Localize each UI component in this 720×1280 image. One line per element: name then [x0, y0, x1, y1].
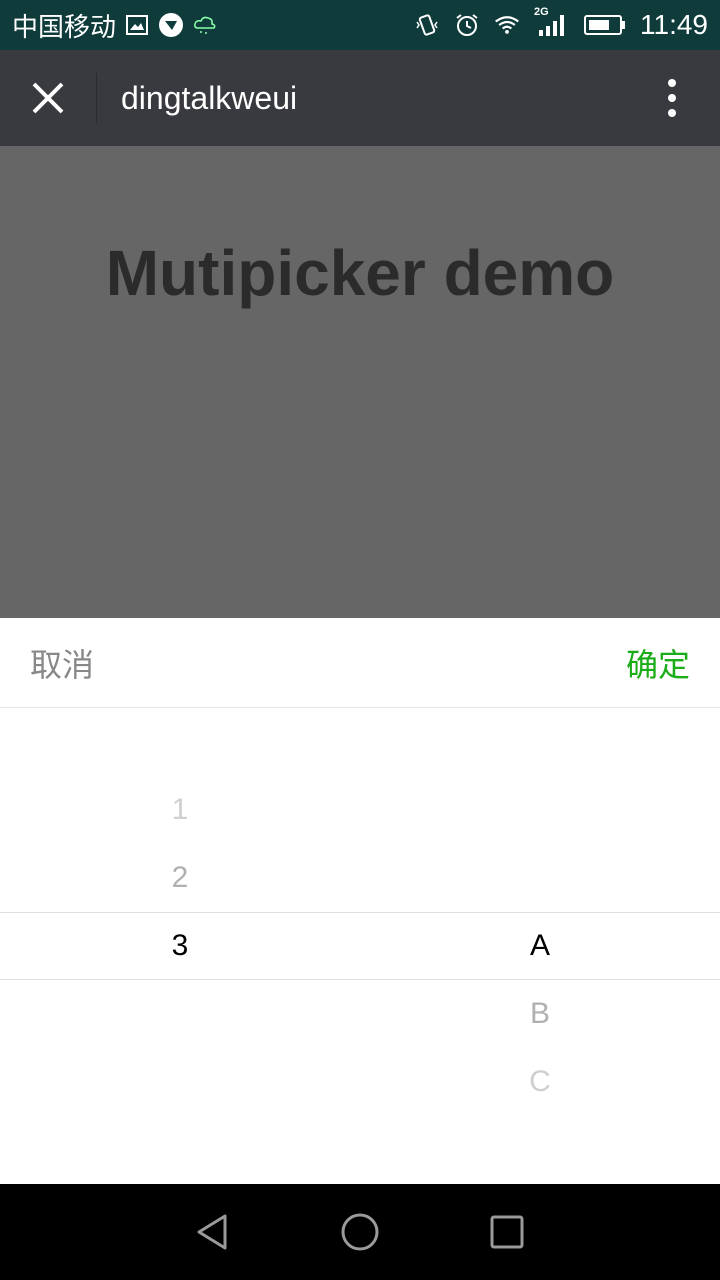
nav-divider: [96, 73, 97, 123]
status-bar-right: 2G 11:49: [414, 6, 708, 41]
picker-option-selected[interactable]: 3: [0, 912, 360, 980]
more-button[interactable]: [624, 50, 720, 146]
status-bar: 中国移动 2G 11:49: [0, 0, 720, 50]
status-bar-left: 中国移动: [12, 7, 218, 44]
cancel-button[interactable]: 取消: [30, 640, 94, 686]
page-title: Mutipicker demo: [105, 237, 615, 309]
picker-header: 取消 确定: [0, 618, 720, 708]
shield-app-icon: [158, 12, 184, 38]
page-content: Mutipicker demo: [0, 146, 720, 618]
home-button[interactable]: [330, 1202, 390, 1262]
picker-column-number[interactable]: 1 2 3: [0, 708, 360, 1184]
picker-option[interactable]: 1: [0, 776, 360, 844]
battery-icon: [584, 12, 626, 38]
picker-option-selected[interactable]: A: [360, 912, 720, 980]
recents-button[interactable]: [477, 1202, 537, 1262]
image-icon: [124, 12, 150, 38]
picker-option[interactable]: B: [360, 980, 720, 1048]
web-nav-bar: dingtalkweui: [0, 50, 720, 146]
nav-title: dingtalkweui: [121, 79, 298, 116]
close-button[interactable]: [0, 50, 96, 146]
multi-picker: 取消 确定 1 2 3 A B C: [0, 618, 720, 1184]
picker-option[interactable]: C: [360, 1048, 720, 1116]
clock: 11:49: [640, 9, 708, 40]
carrier-name: 中国移动: [12, 12, 117, 43]
confirm-button[interactable]: 确定: [626, 640, 690, 686]
signal-icon: 2G: [534, 6, 570, 38]
picker-body[interactable]: 1 2 3 A B C: [0, 708, 720, 1184]
back-icon: [197, 1214, 227, 1250]
back-button[interactable]: [183, 1202, 243, 1262]
wifi-icon: [494, 12, 520, 38]
recents-icon: [490, 1215, 524, 1249]
more-vertical-icon: [668, 79, 676, 117]
close-icon: [32, 82, 64, 114]
alarm-icon: [454, 12, 480, 38]
network-type: 2G: [534, 6, 549, 18]
picker-option[interactable]: 2: [0, 844, 360, 912]
home-icon: [341, 1213, 379, 1251]
system-nav-bar: [0, 1184, 720, 1280]
picker-column-letter[interactable]: A B C: [360, 708, 720, 1184]
cloud-icon: [192, 12, 218, 38]
vibrate-icon: [414, 12, 440, 38]
